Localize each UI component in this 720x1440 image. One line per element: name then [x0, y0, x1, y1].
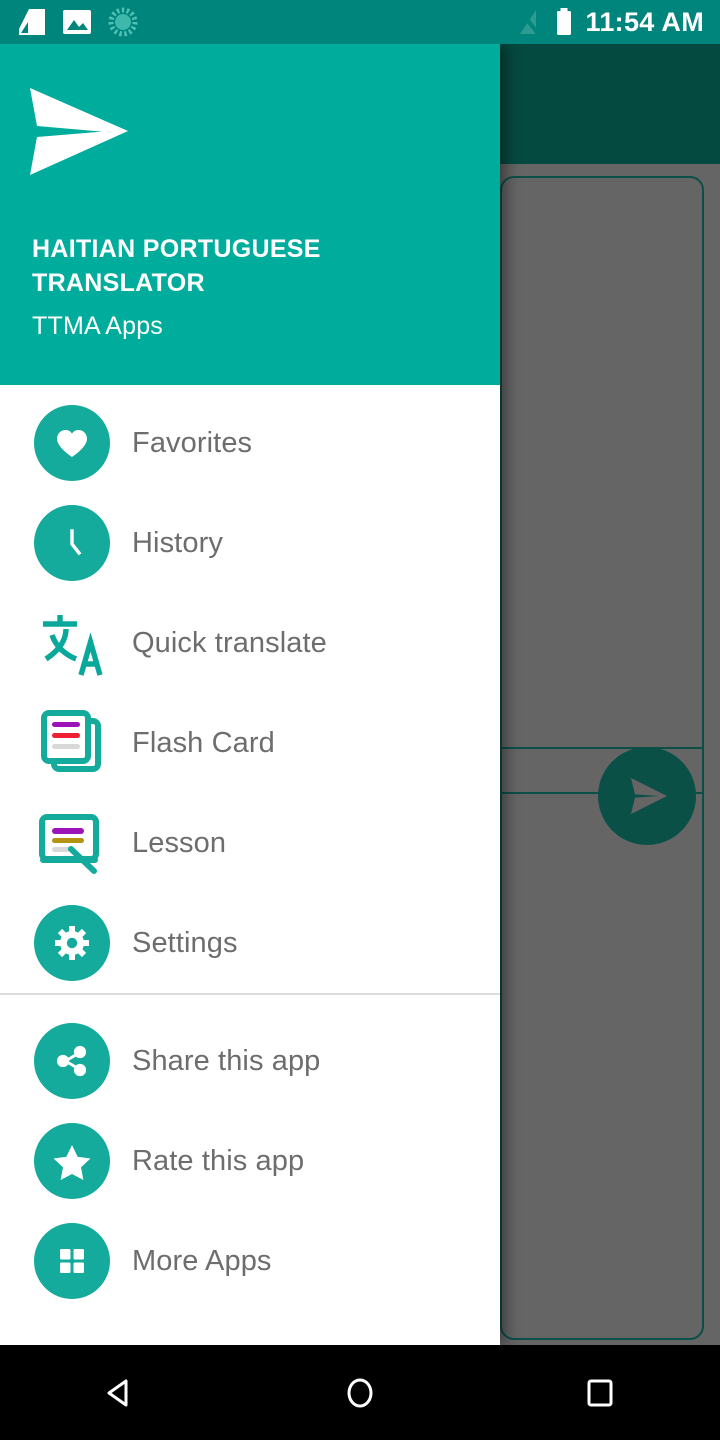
sync-spinner-icon: [108, 7, 138, 37]
drawer-app-subtitle: TTMA Apps: [32, 312, 164, 340]
android-nav-bar: [0, 1345, 720, 1440]
drawer-item-label: Flash Card: [132, 726, 275, 759]
drawer-item-quick-translate[interactable]: Quick translate: [0, 593, 500, 693]
drawer-item-label: More Apps: [132, 1244, 272, 1277]
drawer-item-label: History: [132, 526, 223, 559]
drawer-app-title: HAITIAN PORTUGUESE TRANSLATOR: [32, 235, 321, 297]
drawer-item-flash-card[interactable]: Flash Card: [0, 693, 500, 793]
drawer-primary-menu: Favorites History Quick translate Flash …: [0, 385, 500, 993]
recents-square-icon: [587, 1379, 613, 1406]
phone-screen: PORTUGUESE: [0, 0, 720, 1440]
drawer-item-settings[interactable]: Settings: [0, 893, 500, 993]
drawer-item-history[interactable]: History: [0, 493, 500, 593]
status-bar-right-icons: 11:54 AM: [516, 7, 720, 38]
status-bar-left-icons: [0, 7, 138, 37]
back-triangle-icon: [107, 1379, 128, 1406]
clock-icon: [34, 505, 110, 581]
back-button[interactable]: [60, 1345, 180, 1440]
drawer-item-label: Quick translate: [132, 626, 327, 659]
drawer-secondary-menu: Share this app Rate this app More Apps: [0, 995, 500, 1311]
drawer-item-label: Settings: [132, 926, 238, 959]
screenshot-icon: [19, 9, 45, 35]
drawer-item-label: Favorites: [132, 426, 253, 459]
drawer-item-share-this-app[interactable]: Share this app: [0, 1011, 500, 1111]
flash-card-icon: [34, 705, 110, 781]
lesson-board-icon: [34, 805, 110, 881]
home-button[interactable]: [300, 1345, 420, 1440]
image-icon: [63, 10, 91, 34]
battery-full-icon: [556, 8, 571, 35]
status-bar-clock: 11:54 AM: [585, 6, 704, 37]
share-icon: [34, 1023, 110, 1099]
star-icon: [34, 1123, 110, 1199]
drawer-header: HAITIAN PORTUGUESE TRANSLATOR TTMA Apps: [0, 44, 500, 385]
status-bar[interactable]: 11:54 AM: [0, 0, 720, 44]
translate-icon: [34, 605, 110, 681]
translate-fab[interactable]: [598, 747, 696, 845]
send-plane-logo: [30, 88, 128, 175]
drawer-item-label: Rate this app: [132, 1144, 305, 1177]
drawer-item-favorites[interactable]: Favorites: [0, 393, 500, 493]
card-divider-top: [500, 747, 704, 749]
send-icon: [631, 778, 667, 814]
grid-icon: [34, 1223, 110, 1299]
drawer-item-more-apps[interactable]: More Apps: [0, 1211, 500, 1311]
home-circle-icon: [347, 1378, 373, 1407]
heart-icon: [34, 405, 110, 481]
no-signal-icon: [516, 7, 541, 37]
navigation-drawer: HAITIAN PORTUGUESE TRANSLATOR TTMA Apps …: [0, 44, 500, 1345]
gear-icon: [34, 905, 110, 981]
drawer-item-label: Lesson: [132, 826, 227, 859]
drawer-item-label: Share this app: [132, 1044, 321, 1077]
recents-button[interactable]: [540, 1345, 660, 1440]
drawer-item-lesson[interactable]: Lesson: [0, 793, 500, 893]
drawer-item-rate-this-app[interactable]: Rate this app: [0, 1111, 500, 1211]
